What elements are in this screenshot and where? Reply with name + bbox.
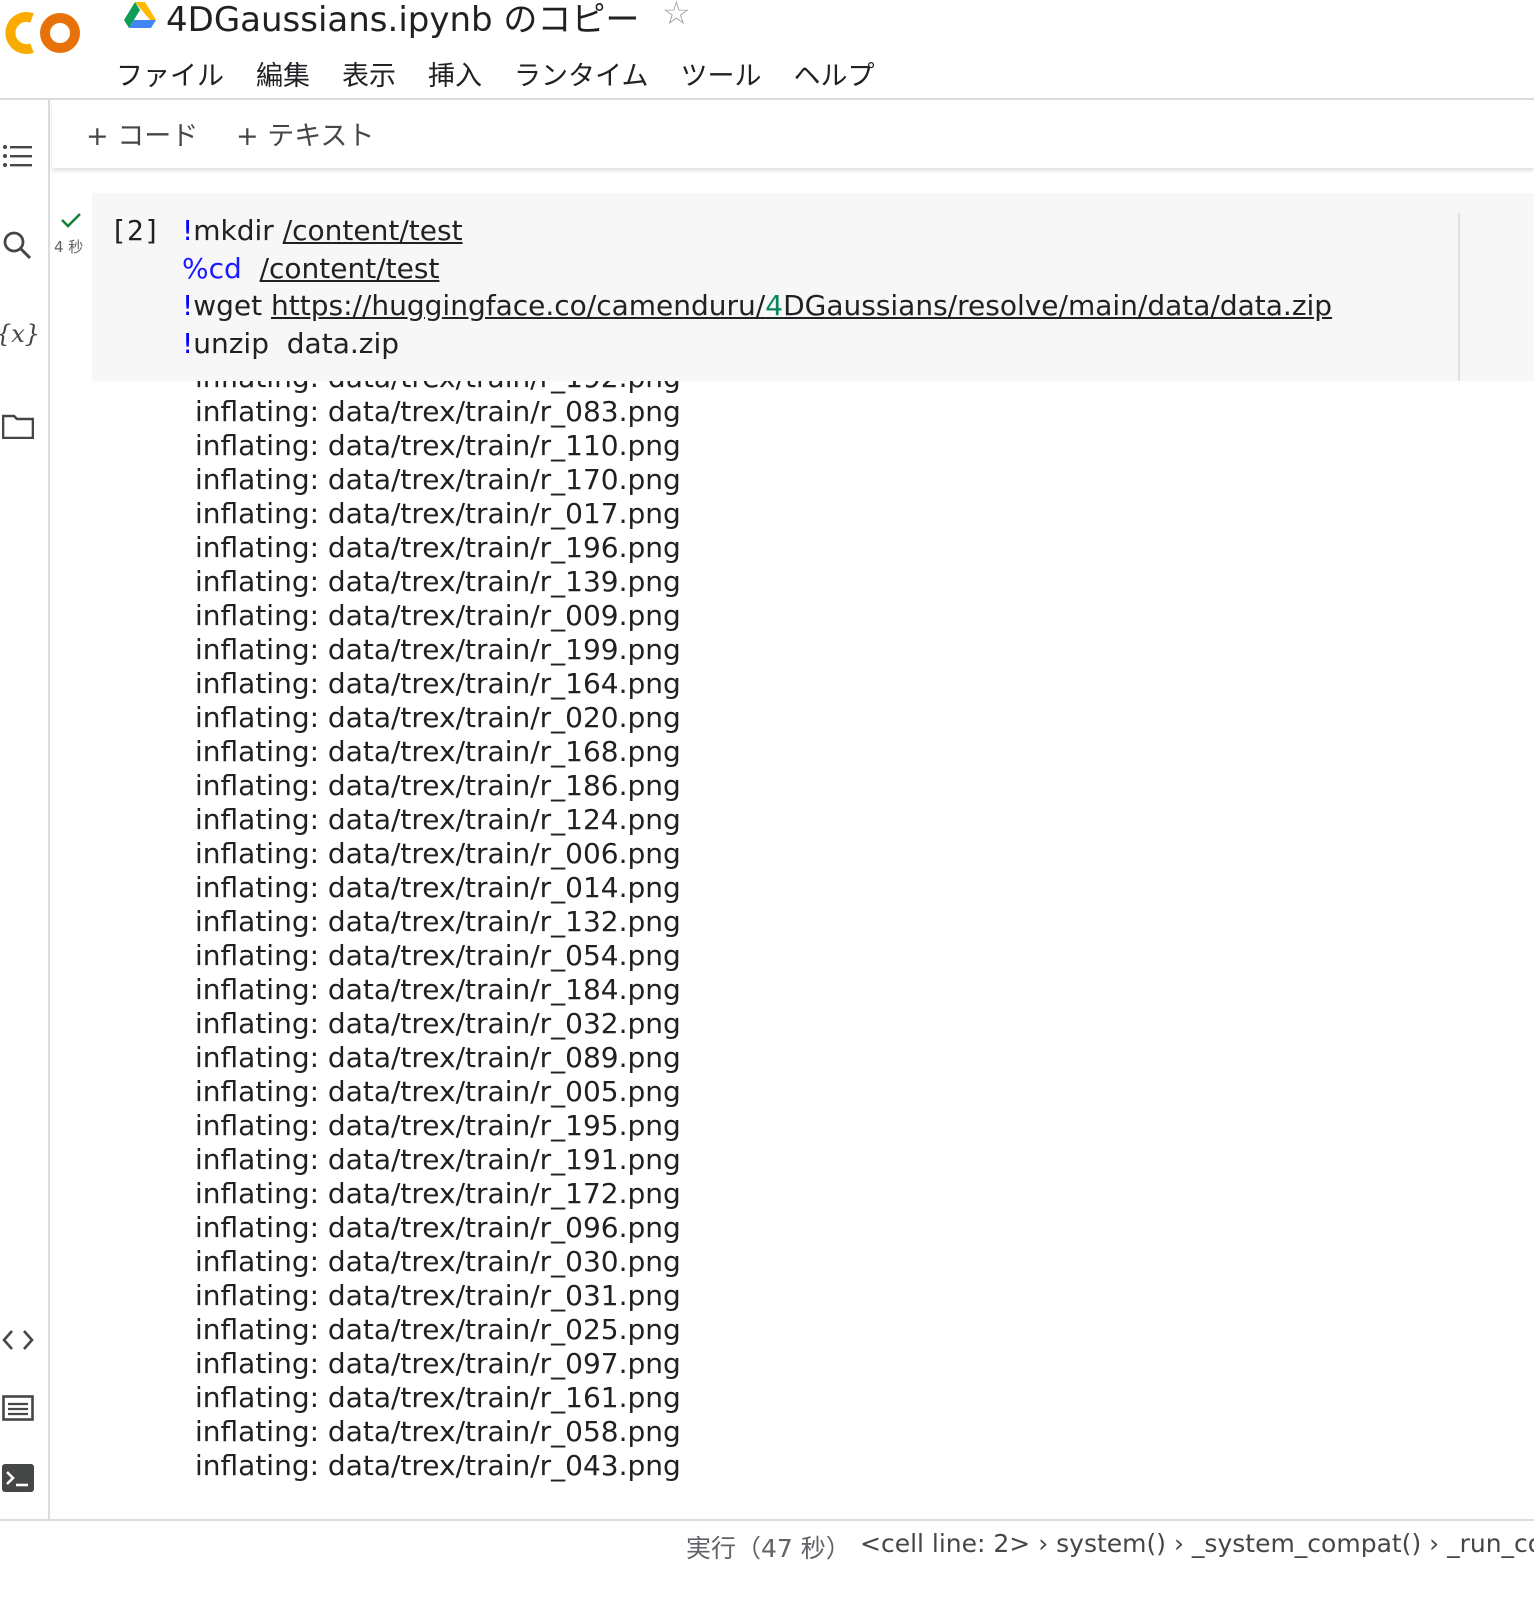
cell-divider	[1458, 213, 1460, 381]
output-line: inflating: data/trex/train/r_164.png	[195, 667, 681, 700]
output-line: inflating: data/trex/train/r_054.png	[195, 939, 681, 972]
running-status: 実行（47 秒）	[686, 1534, 851, 1563]
menu-runtime[interactable]: ランタイム	[514, 54, 648, 93]
output-line: inflating: data/trex/train/r_031.png	[195, 1279, 681, 1312]
output-line: inflating: data/trex/train/r_168.png	[195, 735, 681, 768]
output-line: inflating: data/trex/train/r_014.png	[195, 871, 681, 904]
output-line: inflating: data/trex/train/r_170.png	[195, 463, 681, 496]
menu-bar: ファイル 編集 表示 挿入 ランタイム ツール ヘルプ	[116, 54, 906, 93]
call-stack-breadcrumb[interactable]: <cell line: 2> › system() › _system_comp…	[860, 1529, 1534, 1558]
output-line: inflating: data/trex/train/r_096.png	[195, 1211, 681, 1244]
code-path: /content/test	[282, 214, 463, 247]
execution-time: 4 秒	[54, 238, 84, 256]
code-editor[interactable]: !mkdir /content/test %cd /content/test !…	[182, 212, 1332, 362]
command-palette-icon[interactable]	[0, 1390, 36, 1426]
output-line: inflating: data/trex/train/r_172.png	[195, 1177, 681, 1210]
output-line: inflating: data/trex/train/r_124.png	[195, 803, 681, 836]
menu-tools[interactable]: ツール	[680, 54, 761, 93]
cell-output[interactable]: inflating: data/trex/train/r_192.pnginfl…	[195, 381, 1495, 1519]
check-icon	[61, 213, 81, 228]
menu-view[interactable]: 表示	[342, 54, 396, 93]
output-line: inflating: data/trex/train/r_089.png	[195, 1041, 681, 1074]
output-line: inflating: data/trex/train/r_006.png	[195, 837, 681, 870]
add-text-button[interactable]: + テキスト	[236, 114, 374, 153]
code-path: /content/test	[259, 251, 440, 285]
output-line: inflating: data/trex/train/r_196.png	[195, 531, 681, 564]
output-text: inflating: data/trex/train/r_192.pnginfl…	[195, 381, 681, 1483]
output-line: inflating: data/trex/train/r_020.png	[195, 701, 681, 734]
status-bar: 実行（47 秒） <cell line: 2> › system() › _sy…	[0, 1519, 1534, 1600]
left-sidebar: {x}	[0, 100, 50, 1552]
code-snippets-icon[interactable]	[0, 1322, 36, 1358]
code-text: unzip data.zip	[193, 326, 399, 360]
add-code-button[interactable]: + コード	[86, 114, 198, 153]
code-text: mkdir	[193, 214, 283, 247]
output-line: inflating: data/trex/train/r_083.png	[195, 395, 681, 428]
shell-bang: !	[182, 214, 194, 247]
shell-bang: !	[182, 289, 194, 322]
menu-insert[interactable]: 挿入	[428, 54, 482, 93]
output-line: inflating: data/trex/train/r_032.png	[195, 1007, 681, 1040]
code-text: wget	[193, 289, 272, 322]
toc-icon[interactable]	[0, 138, 36, 174]
execution-count: [2]	[110, 214, 161, 247]
menu-file[interactable]: ファイル	[116, 54, 224, 93]
output-line: inflating: data/trex/train/r_199.png	[195, 633, 681, 666]
terminal-icon[interactable]	[0, 1460, 36, 1496]
star-icon[interactable]: ☆	[662, 0, 691, 32]
output-line: inflating: data/trex/train/r_192.png	[195, 381, 681, 395]
menu-edit[interactable]: 編集	[256, 54, 310, 93]
output-line: inflating: data/trex/train/r_161.png	[195, 1381, 681, 1414]
notebook-toolbar: + コード + テキスト	[52, 100, 1534, 168]
google-drive-icon	[124, 2, 156, 28]
output-line: inflating: data/trex/train/r_009.png	[195, 599, 681, 632]
code-url: https://huggingface.co/camenduru/4DGauss…	[271, 289, 1333, 322]
output-line: inflating: data/trex/train/r_097.png	[195, 1347, 681, 1380]
output-line: inflating: data/trex/train/r_132.png	[195, 905, 681, 938]
menu-help[interactable]: ヘルプ	[793, 54, 874, 93]
output-line: inflating: data/trex/train/r_005.png	[195, 1075, 681, 1108]
colab-logo[interactable]	[2, 4, 86, 62]
output-line: inflating: data/trex/train/r_025.png	[195, 1313, 681, 1346]
variables-icon[interactable]: {x}	[0, 316, 40, 352]
search-icon[interactable]	[0, 228, 36, 264]
output-line: inflating: data/trex/train/r_186.png	[195, 769, 681, 802]
output-line: inflating: data/trex/train/r_110.png	[195, 429, 681, 462]
folder-icon[interactable]	[0, 408, 36, 444]
line-magic: %cd	[182, 251, 242, 285]
output-line: inflating: data/trex/train/r_058.png	[195, 1415, 681, 1448]
output-line: inflating: data/trex/train/r_139.png	[195, 565, 681, 598]
header: 4DGaussians.ipynb のコピー ☆ ファイル 編集 表示 挿入 ラ…	[0, 0, 1534, 100]
shell-bang: !	[182, 326, 194, 360]
output-line: inflating: data/trex/train/r_043.png	[195, 1449, 681, 1482]
output-line: inflating: data/trex/train/r_184.png	[195, 973, 681, 1006]
notebook-title[interactable]: 4DGaussians.ipynb のコピー	[166, 0, 639, 41]
output-line: inflating: data/trex/train/r_017.png	[195, 497, 681, 530]
output-line: inflating: data/trex/train/r_191.png	[195, 1143, 681, 1176]
output-line: inflating: data/trex/train/r_195.png	[195, 1109, 681, 1142]
output-line: inflating: data/trex/train/r_030.png	[195, 1245, 681, 1278]
